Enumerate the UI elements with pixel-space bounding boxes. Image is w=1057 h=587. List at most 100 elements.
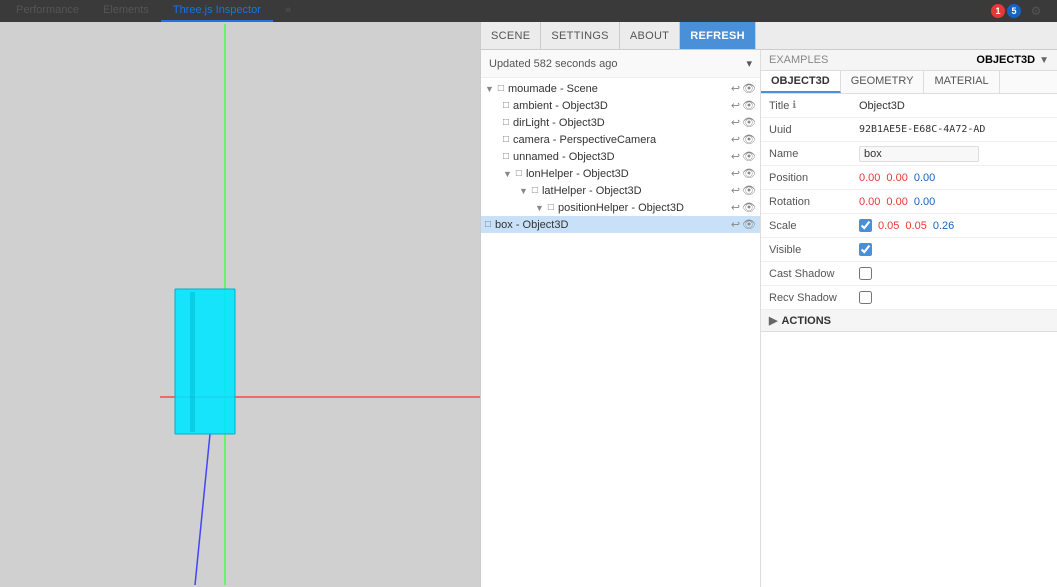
tree-item-eye-icon[interactable]: 👁 — [742, 167, 756, 180]
tree-item-name: camera - PerspectiveCamera — [513, 134, 729, 146]
name-input[interactable] — [859, 146, 979, 162]
inspector-nav: SCENE SETTINGS ABOUT Refresh — [481, 22, 1057, 50]
actions-section[interactable]: ▶ ACTIONS — [761, 310, 1057, 332]
tree-item-name: ambient - Object3D — [513, 100, 729, 112]
tree-item[interactable]: □ dirLight - Object3D ↩ 👁 — [481, 114, 760, 131]
tree-item-actions[interactable]: ↩ 👁 — [731, 82, 756, 95]
scene-tree-header: Updated 582 seconds ago ▾ — [481, 50, 760, 78]
props-tab-object3d[interactable]: OBJECT3D — [761, 71, 841, 93]
rotation-y[interactable]: 0.00 — [886, 196, 907, 208]
tree-item[interactable]: □ camera - PerspectiveCamera ↩ 👁 — [481, 131, 760, 148]
inspector-panel: SCENE SETTINGS ABOUT Refresh Updated 582… — [480, 22, 1057, 587]
scene-tree: Updated 582 seconds ago ▾ ▼ □ moumade - … — [481, 50, 761, 587]
tree-item[interactable]: ▼ □ positionHelper - Object3D ↩ 👁 — [481, 199, 760, 216]
nav-tab-scene[interactable]: SCENE — [481, 22, 541, 49]
object3d-dropdown-chevron[interactable]: ▼ — [1039, 55, 1049, 66]
tree-item-name: unnamed - Object3D — [513, 151, 729, 163]
actions-label: ACTIONS — [781, 315, 831, 327]
props-tab-geometry[interactable]: GEOMETRY — [841, 71, 925, 93]
tree-item-link-icon[interactable]: ↩ — [731, 201, 740, 214]
prop-value-visible — [859, 243, 1049, 256]
tree-arrow: ▼ — [485, 84, 494, 94]
tree-item-eye-icon[interactable]: 👁 — [742, 201, 756, 214]
tree-item-link-icon[interactable]: ↩ — [731, 167, 740, 180]
examples-link[interactable]: EXAMPLES — [769, 54, 828, 66]
cast-shadow-checkbox[interactable] — [859, 267, 872, 280]
position-z[interactable]: 0.00 — [914, 172, 935, 184]
tab-threejs-inspector[interactable]: Three.js Inspector — [161, 0, 273, 22]
prop-row-name: Name — [761, 142, 1057, 166]
tree-item-link-icon[interactable]: ↩ — [731, 218, 740, 231]
visible-checkbox[interactable] — [859, 243, 872, 256]
prop-value-position: 0.00 0.00 0.00 — [859, 172, 1049, 184]
devtools-tab-list: Performance Elements Three.js Inspector … — [4, 0, 991, 22]
tree-item-eye-icon[interactable]: 👁 — [742, 116, 756, 129]
info-icon[interactable]: ℹ — [792, 100, 796, 111]
tree-item-link-icon[interactable]: ↩ — [731, 82, 740, 95]
tree-item-link-icon[interactable]: ↩ — [731, 184, 740, 197]
prop-row-scale: Scale 0.05 0.05 0.26 — [761, 214, 1057, 238]
tree-item-actions[interactable]: ↩ 👁 — [731, 184, 756, 197]
tree-item[interactable]: ▼ □ moumade - Scene ↩ 👁 — [481, 80, 760, 97]
tree-item-actions[interactable]: ↩ 👁 — [731, 150, 756, 163]
tree-box-icon: □ — [532, 185, 538, 196]
tree-item-actions[interactable]: ↩ 👁 — [731, 133, 756, 146]
position-x[interactable]: 0.00 — [859, 172, 880, 184]
props-tab-material[interactable]: MATERIAL — [924, 71, 999, 93]
dropdown-icon[interactable]: ▾ — [746, 57, 752, 70]
tree-item-selected[interactable]: □ box - Object3D ↩ 👁 — [481, 216, 760, 233]
tree-box-icon: □ — [503, 151, 509, 162]
tree-item[interactable]: □ unnamed - Object3D ↩ 👁 — [481, 148, 760, 165]
tree-item-eye-icon[interactable]: 👁 — [742, 133, 756, 146]
rotation-z[interactable]: 0.00 — [914, 196, 935, 208]
tree-item-link-icon[interactable]: ↩ — [731, 150, 740, 163]
toolbar-right: 1 5 ⚙ — [991, 0, 1053, 22]
tab-elements[interactable]: Elements — [91, 0, 161, 22]
rotation-x[interactable]: 0.00 — [859, 196, 880, 208]
tree-item[interactable]: ▼ □ lonHelper - Object3D ↩ 👁 — [481, 165, 760, 182]
tree-item[interactable]: ▼ □ latHelper - Object3D ↩ 👁 — [481, 182, 760, 199]
prop-row-position: Position 0.00 0.00 0.00 — [761, 166, 1057, 190]
tree-item[interactable]: □ ambient - Object3D ↩ 👁 — [481, 97, 760, 114]
tree-item-actions[interactable]: ↩ 👁 — [731, 167, 756, 180]
scale-checkbox[interactable] — [859, 219, 872, 232]
tree-item-name: latHelper - Object3D — [542, 185, 729, 197]
tree-item-eye-icon[interactable]: 👁 — [742, 99, 756, 112]
scale-z[interactable]: 0.26 — [933, 220, 954, 232]
tree-item-actions[interactable]: ↩ 👁 — [731, 116, 756, 129]
prop-label-uuid: Uuid — [769, 124, 859, 136]
nav-tab-settings[interactable]: SETTINGS — [541, 22, 619, 49]
tree-item-eye-icon[interactable]: 👁 — [742, 150, 756, 163]
tree-item-link-icon[interactable]: ↩ — [731, 133, 740, 146]
prop-value-cast-shadow — [859, 267, 1049, 280]
position-y[interactable]: 0.00 — [886, 172, 907, 184]
tab-more[interactable]: » — [273, 0, 303, 22]
scene-tree-content[interactable]: ▼ □ moumade - Scene ↩ 👁 □ ambient - Obje… — [481, 78, 760, 587]
tree-item-actions[interactable]: ↩ 👁 — [731, 218, 756, 231]
scale-y[interactable]: 0.05 — [905, 220, 926, 232]
tree-box-icon: □ — [498, 83, 504, 94]
prop-value-uuid: 92B1AE5E-E68C-4A72-AD — [859, 124, 1049, 135]
prop-label-position: Position — [769, 172, 859, 184]
tab-performance[interactable]: Performance — [4, 0, 91, 22]
tree-item-actions[interactable]: ↩ 👁 — [731, 99, 756, 112]
refresh-button[interactable]: Refresh — [680, 22, 756, 49]
recv-shadow-checkbox[interactable] — [859, 291, 872, 304]
scale-x[interactable]: 0.05 — [878, 220, 899, 232]
prop-value-name[interactable] — [859, 146, 1049, 162]
threejs-canvas — [0, 22, 480, 587]
tree-box-icon: □ — [503, 117, 509, 128]
nav-tab-about[interactable]: ABOUT — [620, 22, 680, 49]
tree-item-actions[interactable]: ↩ 👁 — [731, 201, 756, 214]
tree-item-link-icon[interactable]: ↩ — [731, 99, 740, 112]
tree-box-icon: □ — [485, 219, 491, 230]
tree-item-eye-icon[interactable]: 👁 — [742, 218, 756, 231]
extension-error-badge: 1 5 — [991, 4, 1021, 18]
tree-item-link-icon[interactable]: ↩ — [731, 116, 740, 129]
tree-box-icon: □ — [548, 202, 554, 213]
tree-arrow: ▼ — [519, 186, 528, 196]
settings-button[interactable]: ⚙ — [1025, 0, 1047, 22]
tree-item-eye-icon[interactable]: 👁 — [742, 82, 756, 95]
tree-item-eye-icon[interactable]: 👁 — [742, 184, 756, 197]
prop-value-rotation: 0.00 0.00 0.00 — [859, 196, 1049, 208]
